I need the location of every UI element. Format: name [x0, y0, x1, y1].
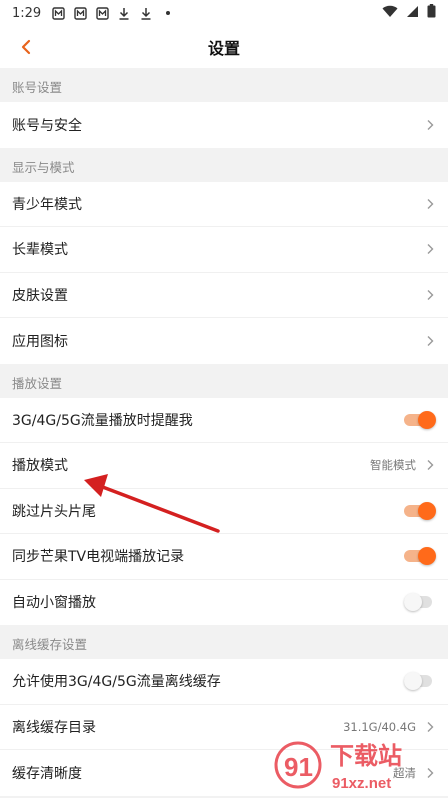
chevron-right-icon: [424, 334, 436, 348]
chevron-right-icon: [424, 288, 436, 302]
setting-label: 应用图标: [12, 333, 68, 350]
setting-auto-mini: 自动小窗播放: [0, 579, 448, 625]
setting-label: 允许使用3G/4G/5G流量离线缓存: [12, 674, 221, 691]
chevron-right-icon: [424, 720, 436, 734]
chevron-right-icon: [424, 242, 436, 256]
setting-allow-mobile-cache: 允许使用3G/4G/5G流量离线缓存: [0, 659, 448, 705]
setting-mobile-data-remind: 3G/4G/5G流量播放时提醒我: [0, 397, 448, 443]
setting-label: 播放模式: [12, 458, 68, 475]
chevron-right-icon: [424, 118, 436, 132]
section-header-display: 显示与模式: [0, 147, 448, 182]
setting-label: 同步芒果TV电视端播放记录: [12, 549, 185, 566]
setting-sync-tv: 同步芒果TV电视端播放记录: [0, 534, 448, 580]
setting-label: 自动小窗播放: [12, 595, 96, 612]
dot-icon: [161, 6, 175, 20]
notification-app-icon: [95, 6, 109, 20]
chevron-right-icon: [424, 458, 436, 472]
signal-icon: [406, 5, 419, 22]
play-mode-value: 智能模式: [370, 458, 416, 473]
setting-app-icon[interactable]: 应用图标: [0, 318, 448, 364]
notification-app-icon: [73, 6, 87, 20]
chevron-left-icon: [21, 39, 31, 55]
setting-skin[interactable]: 皮肤设置: [0, 272, 448, 318]
setting-label: 跳过片头片尾: [12, 503, 96, 520]
setting-skip-intro: 跳过片头片尾: [0, 488, 448, 534]
setting-elder-mode[interactable]: 长辈模式: [0, 227, 448, 273]
notification-app-icon: [51, 6, 65, 20]
watermark-url: 91xz.net: [332, 775, 391, 792]
setting-play-mode[interactable]: 播放模式 智能模式: [0, 443, 448, 489]
back-button[interactable]: [14, 35, 38, 59]
nav-bar: 设置: [0, 26, 448, 68]
section-header-playback: 播放设置: [0, 363, 448, 398]
section-header-account: 账号设置: [0, 68, 448, 102]
watermark-text: 下载站: [330, 742, 402, 770]
download-icon: [117, 6, 131, 20]
setting-label: 皮肤设置: [12, 287, 68, 304]
setting-label: 青少年模式: [12, 196, 82, 213]
skip-intro-toggle[interactable]: [404, 501, 436, 520]
status-time: 1:29: [12, 5, 42, 21]
battery-icon: [427, 4, 436, 22]
sync-tv-toggle[interactable]: [404, 547, 436, 566]
chevron-right-icon: [424, 197, 436, 211]
setting-account-security[interactable]: 账号与安全: [0, 102, 448, 148]
cache-dir-value: 31.1G/40.4G: [343, 719, 416, 734]
page-title: 设置: [207, 39, 240, 58]
watermark-logo: 91 下载站 91xz.net: [274, 734, 444, 796]
mobile-data-remind-toggle[interactable]: [404, 410, 436, 429]
auto-mini-toggle[interactable]: [404, 593, 436, 612]
section-header-offline: 离线缓存设置: [0, 625, 448, 659]
download-icon: [139, 6, 153, 20]
setting-label: 账号与安全: [12, 117, 82, 134]
setting-label: 3G/4G/5G流量播放时提醒我: [12, 412, 193, 429]
watermark-digits: 91: [284, 752, 313, 782]
setting-label: 长辈模式: [12, 242, 68, 259]
allow-mobile-cache-toggle[interactable]: [404, 672, 436, 691]
setting-teen-mode[interactable]: 青少年模式: [0, 181, 448, 227]
status-bar: 1:29: [0, 0, 448, 26]
wifi-icon: [382, 5, 398, 22]
